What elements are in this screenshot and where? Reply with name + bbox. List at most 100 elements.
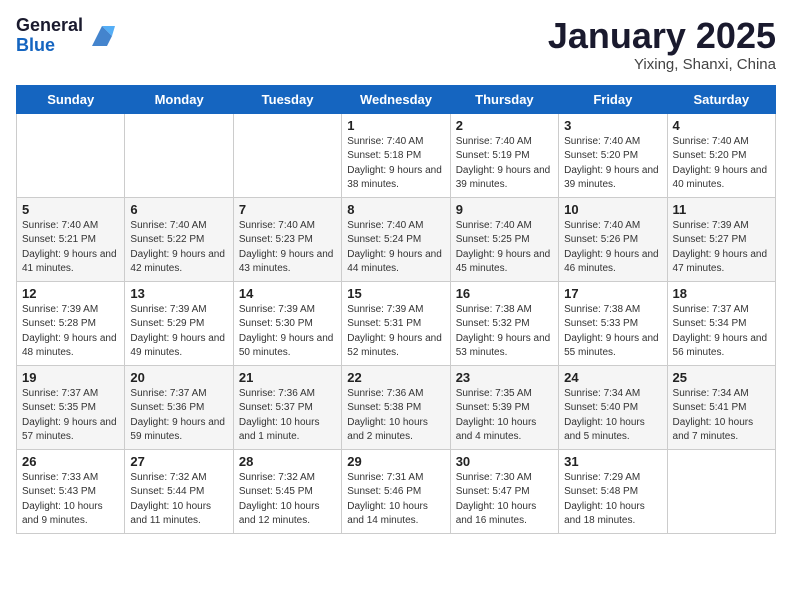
day-of-week-header: Sunday: [17, 85, 125, 113]
calendar-day-cell: 28 Sunrise: 7:32 AM Sunset: 5:45 PM Dayli…: [233, 449, 341, 533]
day-info: Sunrise: 7:39 AM Sunset: 5:29 PM Dayligh…: [130, 303, 227, 361]
day-number: 14: [239, 286, 336, 301]
day-number: 26: [22, 454, 119, 469]
day-info: Sunrise: 7:29 AM Sunset: 5:48 PM Dayligh…: [564, 471, 661, 529]
calendar-day-cell: [667, 449, 775, 533]
calendar-day-cell: 24 Sunrise: 7:34 AM Sunset: 5:40 PM Dayli…: [559, 365, 667, 449]
day-number: 3: [564, 118, 661, 133]
day-info: Sunrise: 7:38 AM Sunset: 5:33 PM Dayligh…: [564, 303, 661, 361]
calendar-header-row: SundayMondayTuesdayWednesdayThursdayFrid…: [17, 85, 776, 113]
calendar-day-cell: 3 Sunrise: 7:40 AM Sunset: 5:20 PM Daylig…: [559, 113, 667, 197]
day-info: Sunrise: 7:30 AM Sunset: 5:47 PM Dayligh…: [456, 471, 553, 529]
day-number: 30: [456, 454, 553, 469]
calendar-day-cell: 23Sunrise: 7:35 AM Sunset: 5:39 PM Dayli…: [450, 365, 558, 449]
day-info: Sunrise: 7:40 AM Sunset: 5:20 PM Dayligh…: [673, 135, 770, 193]
calendar-day-cell: 14Sunrise: 7:39 AM Sunset: 5:30 PM Dayli…: [233, 281, 341, 365]
day-info: Sunrise: 7:40 AM Sunset: 5:24 PM Dayligh…: [347, 219, 444, 277]
day-number: 23: [456, 370, 553, 385]
day-number: 16: [456, 286, 553, 301]
day-number: 12: [22, 286, 119, 301]
day-number: 20: [130, 370, 227, 385]
day-info: Sunrise: 7:40 AM Sunset: 5:26 PM Dayligh…: [564, 219, 661, 277]
day-number: 24: [564, 370, 661, 385]
calendar-day-cell: 5 Sunrise: 7:40 AM Sunset: 5:21 PM Daylig…: [17, 197, 125, 281]
calendar-day-cell: 1Sunrise: 7:40 AM Sunset: 5:18 PM Daylig…: [342, 113, 450, 197]
title-block: January 2025 Yixing, Shanxi, China: [548, 16, 776, 73]
day-number: 15: [347, 286, 444, 301]
day-number: 19: [22, 370, 119, 385]
day-info: Sunrise: 7:39 AM Sunset: 5:31 PM Dayligh…: [347, 303, 444, 361]
day-number: 28: [239, 454, 336, 469]
calendar-day-cell: [233, 113, 341, 197]
calendar-week-row: 1Sunrise: 7:40 AM Sunset: 5:18 PM Daylig…: [17, 113, 776, 197]
day-number: 8: [347, 202, 444, 217]
location: Yixing, Shanxi, China: [548, 56, 776, 73]
calendar-day-cell: 6 Sunrise: 7:40 AM Sunset: 5:22 PM Daylig…: [125, 197, 233, 281]
calendar-day-cell: 2Sunrise: 7:40 AM Sunset: 5:19 PM Daylig…: [450, 113, 558, 197]
day-number: 18: [673, 286, 770, 301]
logo-general: General: [16, 15, 83, 35]
month-title: January 2025: [548, 16, 776, 56]
calendar-day-cell: 17 Sunrise: 7:38 AM Sunset: 5:33 PM Dayli…: [559, 281, 667, 365]
calendar-day-cell: 20 Sunrise: 7:37 AM Sunset: 5:36 PM Dayli…: [125, 365, 233, 449]
calendar-day-cell: 8 Sunrise: 7:40 AM Sunset: 5:24 PM Daylig…: [342, 197, 450, 281]
day-of-week-header: Friday: [559, 85, 667, 113]
day-info: Sunrise: 7:37 AM Sunset: 5:34 PM Dayligh…: [673, 303, 770, 361]
logo-icon: [87, 21, 117, 51]
calendar-day-cell: 18 Sunrise: 7:37 AM Sunset: 5:34 PM Dayli…: [667, 281, 775, 365]
day-number: 7: [239, 202, 336, 217]
calendar-day-cell: 16Sunrise: 7:38 AM Sunset: 5:32 PM Dayli…: [450, 281, 558, 365]
calendar-day-cell: 13 Sunrise: 7:39 AM Sunset: 5:29 PM Dayli…: [125, 281, 233, 365]
day-number: 2: [456, 118, 553, 133]
day-number: 13: [130, 286, 227, 301]
day-of-week-header: Thursday: [450, 85, 558, 113]
day-number: 4: [673, 118, 770, 133]
calendar-day-cell: 10Sunrise: 7:40 AM Sunset: 5:26 PM Dayli…: [559, 197, 667, 281]
day-of-week-header: Monday: [125, 85, 233, 113]
day-info: Sunrise: 7:34 AM Sunset: 5:40 PM Dayligh…: [564, 387, 661, 445]
day-number: 31: [564, 454, 661, 469]
calendar-day-cell: 7 Sunrise: 7:40 AM Sunset: 5:23 PM Daylig…: [233, 197, 341, 281]
day-number: 22: [347, 370, 444, 385]
day-info: Sunrise: 7:34 AM Sunset: 5:41 PM Dayligh…: [673, 387, 770, 445]
calendar-day-cell: 30 Sunrise: 7:30 AM Sunset: 5:47 PM Dayli…: [450, 449, 558, 533]
day-number: 29: [347, 454, 444, 469]
calendar-week-row: 26 Sunrise: 7:33 AM Sunset: 5:43 PM Dayli…: [17, 449, 776, 533]
day-info: Sunrise: 7:37 AM Sunset: 5:36 PM Dayligh…: [130, 387, 227, 445]
calendar-day-cell: 11Sunrise: 7:39 AM Sunset: 5:27 PM Dayli…: [667, 197, 775, 281]
day-info: Sunrise: 7:32 AM Sunset: 5:44 PM Dayligh…: [130, 471, 227, 529]
day-info: Sunrise: 7:39 AM Sunset: 5:28 PM Dayligh…: [22, 303, 119, 361]
calendar-week-row: 12 Sunrise: 7:39 AM Sunset: 5:28 PM Dayli…: [17, 281, 776, 365]
day-number: 17: [564, 286, 661, 301]
day-of-week-header: Wednesday: [342, 85, 450, 113]
calendar-day-cell: 19 Sunrise: 7:37 AM Sunset: 5:35 PM Dayli…: [17, 365, 125, 449]
calendar-day-cell: 26 Sunrise: 7:33 AM Sunset: 5:43 PM Dayli…: [17, 449, 125, 533]
calendar-day-cell: 4 Sunrise: 7:40 AM Sunset: 5:20 PM Daylig…: [667, 113, 775, 197]
calendar-day-cell: 12 Sunrise: 7:39 AM Sunset: 5:28 PM Dayli…: [17, 281, 125, 365]
calendar-week-row: 19 Sunrise: 7:37 AM Sunset: 5:35 PM Dayli…: [17, 365, 776, 449]
day-info: Sunrise: 7:37 AM Sunset: 5:35 PM Dayligh…: [22, 387, 119, 445]
day-info: Sunrise: 7:40 AM Sunset: 5:23 PM Dayligh…: [239, 219, 336, 277]
day-of-week-header: Saturday: [667, 85, 775, 113]
calendar-day-cell: [17, 113, 125, 197]
calendar-day-cell: 29Sunrise: 7:31 AM Sunset: 5:46 PM Dayli…: [342, 449, 450, 533]
day-info: Sunrise: 7:36 AM Sunset: 5:38 PM Dayligh…: [347, 387, 444, 445]
day-number: 21: [239, 370, 336, 385]
day-info: Sunrise: 7:40 AM Sunset: 5:20 PM Dayligh…: [564, 135, 661, 193]
day-info: Sunrise: 7:40 AM Sunset: 5:21 PM Dayligh…: [22, 219, 119, 277]
day-info: Sunrise: 7:40 AM Sunset: 5:25 PM Dayligh…: [456, 219, 553, 277]
day-info: Sunrise: 7:40 AM Sunset: 5:18 PM Dayligh…: [347, 135, 444, 193]
day-info: Sunrise: 7:32 AM Sunset: 5:45 PM Dayligh…: [239, 471, 336, 529]
day-info: Sunrise: 7:40 AM Sunset: 5:22 PM Dayligh…: [130, 219, 227, 277]
day-number: 6: [130, 202, 227, 217]
day-info: Sunrise: 7:36 AM Sunset: 5:37 PM Dayligh…: [239, 387, 336, 445]
day-number: 11: [673, 202, 770, 217]
day-number: 9: [456, 202, 553, 217]
day-number: 5: [22, 202, 119, 217]
calendar-day-cell: 27Sunrise: 7:32 AM Sunset: 5:44 PM Dayli…: [125, 449, 233, 533]
day-info: Sunrise: 7:33 AM Sunset: 5:43 PM Dayligh…: [22, 471, 119, 529]
day-of-week-header: Tuesday: [233, 85, 341, 113]
calendar-day-cell: 9 Sunrise: 7:40 AM Sunset: 5:25 PM Daylig…: [450, 197, 558, 281]
calendar-table: SundayMondayTuesdayWednesdayThursdayFrid…: [16, 85, 776, 534]
logo-blue: Blue: [16, 35, 55, 55]
